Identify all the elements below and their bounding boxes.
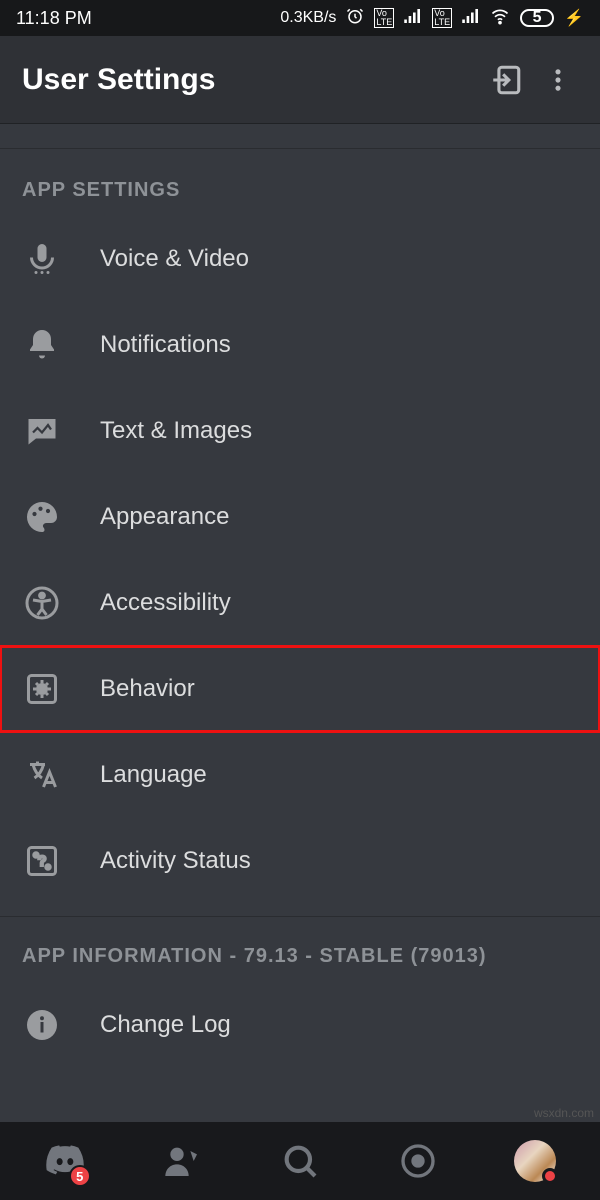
settings-item-notifications[interactable]: Notifications	[0, 302, 600, 388]
dnd-status-icon	[542, 1168, 558, 1184]
microphone-icon	[20, 237, 64, 281]
settings-item-accessibility[interactable]: Accessibility	[0, 560, 600, 646]
section-app-information-header: APP INFORMATION - 79.13 - STABLE (79013)	[0, 917, 600, 982]
bell-icon	[20, 323, 64, 367]
more-icon[interactable]	[538, 60, 578, 100]
settings-item-label: Language	[100, 761, 207, 789]
nav-friends[interactable]	[152, 1131, 212, 1191]
nav-mentions[interactable]	[388, 1131, 448, 1191]
dice-icon: ?	[20, 839, 64, 883]
settings-item-label: Activity Status	[100, 847, 251, 875]
settings-item-label: Behavior	[100, 675, 195, 703]
settings-item-label: Text & Images	[100, 417, 252, 445]
nav-search[interactable]	[270, 1131, 330, 1191]
settings-item-label: Voice & Video	[100, 245, 249, 273]
login-icon[interactable]	[486, 60, 526, 100]
nav-profile[interactable]	[505, 1131, 565, 1191]
status-right: 0.3KB/s VoLTE VoLTE 5 ⚡	[280, 6, 584, 31]
palette-icon	[20, 495, 64, 539]
nav-discord[interactable]: 5	[35, 1131, 95, 1191]
image-message-icon	[20, 409, 64, 453]
nav-badge: 5	[69, 1165, 91, 1187]
svg-text:?: ?	[38, 854, 46, 869]
status-bar: 11:18 PM 0.3KB/s VoLTE VoLTE 5 ⚡	[0, 0, 600, 36]
settings-item-behavior[interactable]: Behavior	[0, 646, 600, 732]
page-title: User Settings	[22, 63, 474, 97]
settings-item-text-images[interactable]: Text & Images	[0, 388, 600, 474]
alarm-icon	[346, 7, 364, 30]
volte-icon-1: VoLTE	[374, 8, 394, 28]
status-time: 11:18 PM	[16, 8, 92, 29]
language-icon	[20, 753, 64, 797]
bottom-nav: 5	[0, 1122, 600, 1200]
settings-item-voice-video[interactable]: Voice & Video	[0, 216, 600, 302]
settings-item-activity-status[interactable]: ? Activity Status	[0, 818, 600, 904]
settings-item-change-log[interactable]: Change Log	[0, 982, 600, 1068]
gear-box-icon	[20, 667, 64, 711]
charging-icon: ⚡	[564, 8, 584, 28]
header: User Settings	[0, 36, 600, 124]
status-data-rate: 0.3KB/s	[280, 9, 336, 27]
signal-icon-1	[404, 9, 422, 28]
signal-icon-2	[462, 9, 480, 28]
accessibility-icon	[20, 581, 64, 625]
settings-item-appearance[interactable]: Appearance	[0, 474, 600, 560]
settings-item-language[interactable]: Language	[0, 732, 600, 818]
info-icon	[20, 1003, 64, 1047]
wifi-icon	[490, 6, 510, 31]
avatar	[514, 1140, 556, 1182]
settings-item-label: Notifications	[100, 331, 231, 359]
watermark: wsxdn.com	[534, 1106, 594, 1120]
section-app-settings-header: APP SETTINGS	[0, 149, 600, 216]
settings-item-label: Appearance	[100, 503, 229, 531]
content: APP SETTINGS Voice & Video Notifications…	[0, 124, 600, 1122]
settings-item-label: Change Log	[100, 1011, 231, 1039]
settings-item-label: Accessibility	[100, 589, 231, 617]
volte-icon-2: VoLTE	[432, 8, 452, 28]
battery-icon: 5	[520, 9, 554, 27]
